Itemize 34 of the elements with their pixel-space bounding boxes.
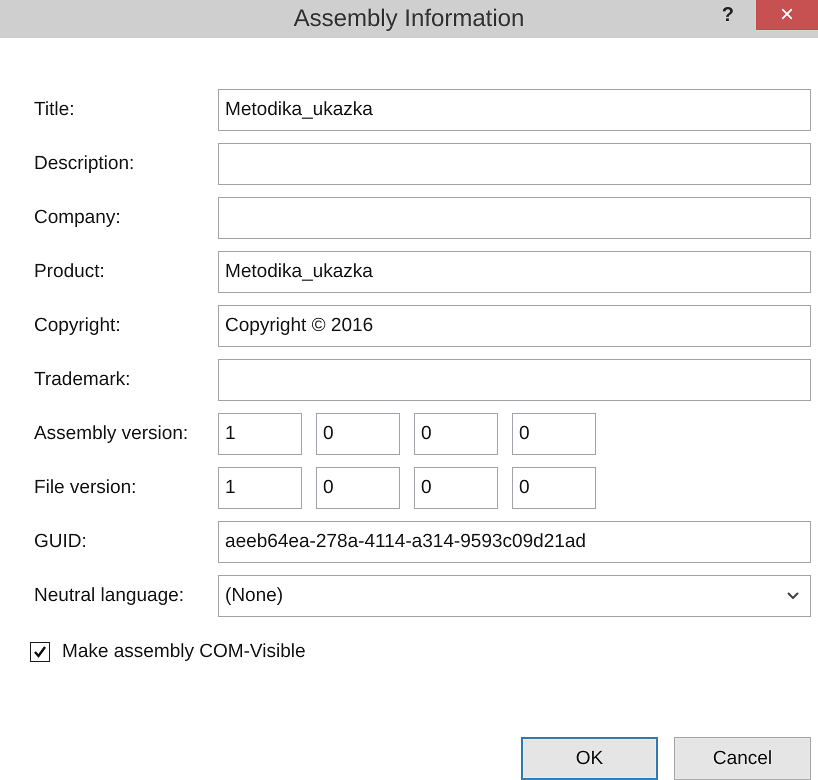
field-label: Title: [34,99,76,121]
field-label: Trademark: [34,369,132,391]
dialog-button[interactable]: Cancel [674,737,811,780]
version-field[interactable]: 0 [512,467,596,509]
field-label: Neutral language: [34,585,185,607]
version-field[interactable]: 1 [218,413,302,455]
dialog-button[interactable]: OK [521,737,658,780]
text-field[interactable] [218,143,811,185]
field-label: File version: [34,477,138,499]
help-button[interactable]: ? [716,0,740,30]
version-field[interactable]: 0 [512,413,596,455]
text-field[interactable]: aeeb64ea-278a-4114-a314-9593c09d21ad [218,521,811,563]
field-label: Description: [34,153,136,175]
version-field[interactable]: 0 [414,413,498,455]
version-field[interactable]: 0 [414,467,498,509]
text-field[interactable]: Metodika_ukazka [218,89,811,131]
checkbox-label: Make assembly COM-Visible [62,641,306,663]
version-field[interactable]: 1 [218,467,302,509]
checkbox[interactable] [30,642,50,662]
dropdown[interactable]: (None) [218,575,811,617]
chevron-icon [786,591,800,601]
text-field[interactable]: Metodika_ukazka [218,251,811,293]
text-field[interactable] [218,359,811,401]
text-field[interactable]: Copyright © 2016 [218,305,811,347]
version-field[interactable]: 0 [316,413,400,455]
field-label: Company: [34,207,122,229]
field-label: Product: [34,261,106,283]
field-label: Copyright: [34,315,122,337]
field-label: Assembly version: [34,423,190,445]
text-field[interactable] [218,197,811,239]
window-title: Assembly Information [294,5,524,33]
close-button[interactable]: × [756,0,818,30]
field-label: GUID: [34,531,88,553]
version-field[interactable]: 0 [316,467,400,509]
